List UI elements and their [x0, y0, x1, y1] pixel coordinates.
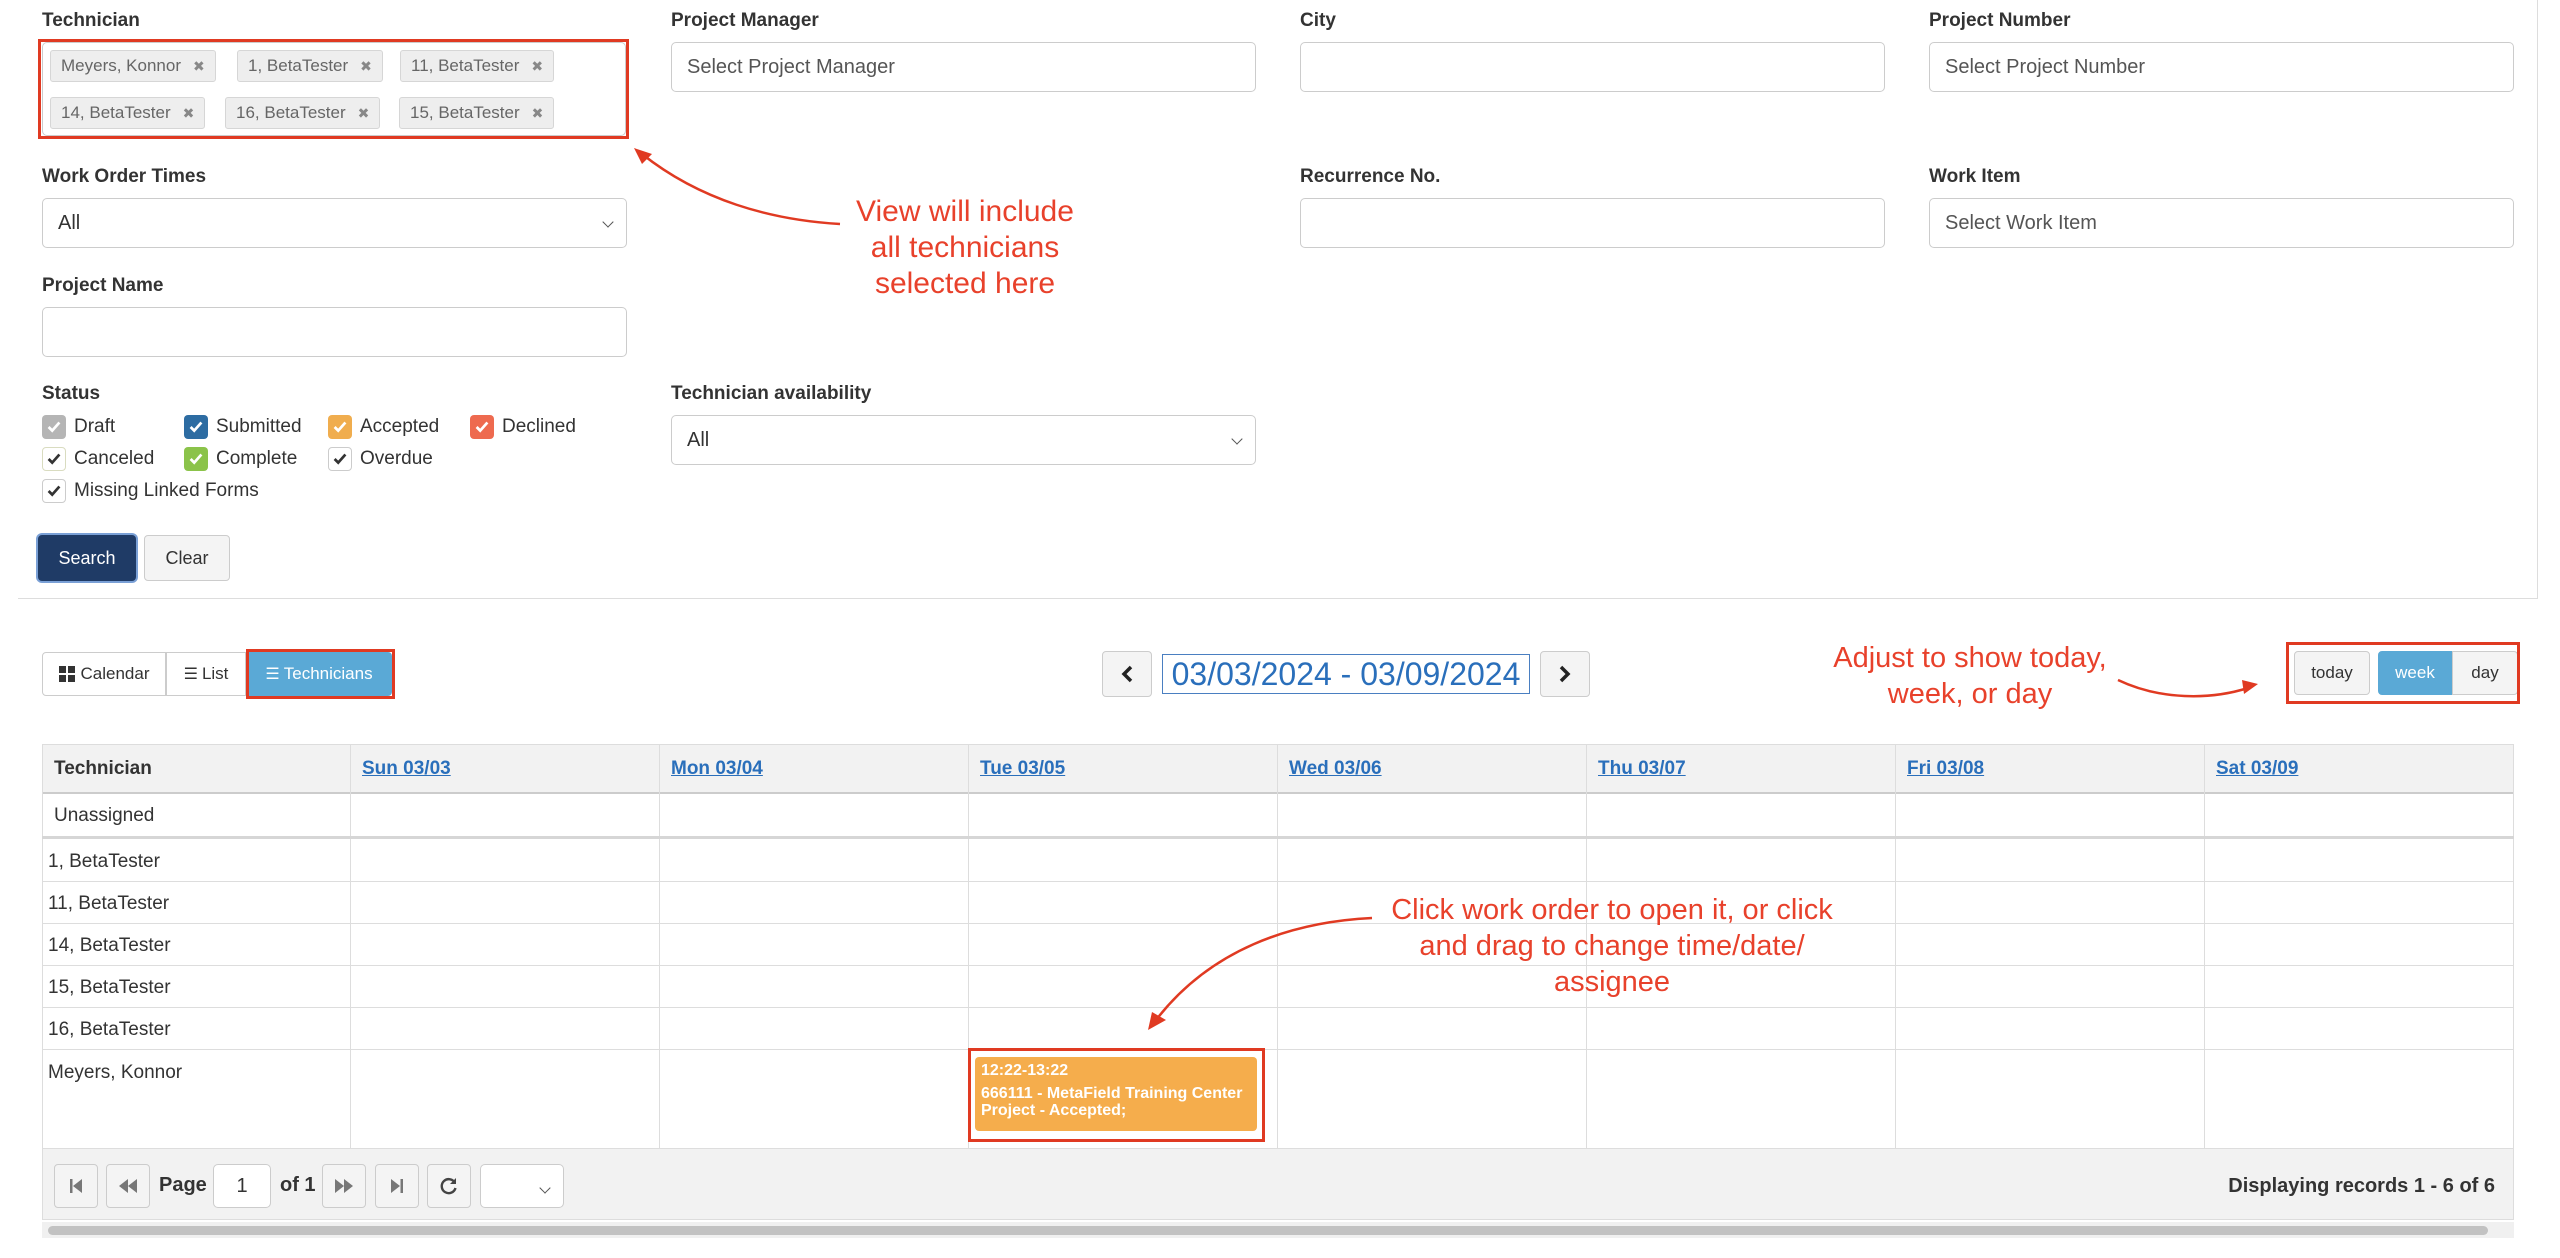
- refresh-button[interactable]: [427, 1164, 471, 1208]
- day-header[interactable]: Fri 03/08: [1895, 744, 2204, 794]
- grid-line: [42, 744, 43, 1148]
- check-icon: [42, 479, 66, 503]
- annotation-work-order: Click work order to open it, or click an…: [1391, 894, 1833, 998]
- chevron-left-icon: [1121, 665, 1133, 683]
- check-icon: [42, 415, 66, 439]
- annotation-arrow-icon: [1148, 916, 1373, 1030]
- clear-button[interactable]: Clear: [144, 535, 230, 581]
- highlight-view-mode: [2286, 642, 2520, 704]
- first-page-button[interactable]: [54, 1164, 98, 1208]
- project-number-input[interactable]: Select Project Number: [1929, 42, 2514, 92]
- row-technician-name: 11, BetaTester: [48, 893, 170, 914]
- status-accepted-checkbox[interactable]: Accepted: [328, 415, 439, 439]
- day-header[interactable]: Sat 03/09: [2204, 744, 2514, 794]
- project-name-label: Project Name: [42, 275, 164, 296]
- last-page-icon: [391, 1179, 403, 1193]
- work-item-input[interactable]: Select Work Item: [1929, 198, 2514, 248]
- highlight-technicians: [38, 39, 629, 139]
- search-button[interactable]: Search: [38, 535, 136, 581]
- row-technician-name: 15, BetaTester: [48, 977, 171, 998]
- check-icon: [328, 415, 352, 439]
- check-icon: [184, 415, 208, 439]
- next-page-button[interactable]: [322, 1164, 366, 1208]
- status-submitted-checkbox[interactable]: Submitted: [184, 415, 302, 439]
- day-header[interactable]: Thu 03/07: [1586, 744, 1895, 794]
- annotation-arrow-icon: [634, 148, 841, 226]
- day-header[interactable]: Wed 03/06: [1277, 744, 1586, 794]
- check-icon: [328, 447, 352, 471]
- work-order-times-label: Work Order Times: [42, 166, 207, 187]
- view-list-button[interactable]: ☰ List: [166, 652, 246, 696]
- grid-line: [2513, 744, 2514, 1148]
- day-header[interactable]: Mon 03/04: [659, 744, 968, 794]
- grid-line: [2204, 744, 2205, 1148]
- date-range-title[interactable]: 03/03/2024 - 03/09/2024: [1162, 654, 1530, 694]
- refresh-icon: [440, 1178, 457, 1195]
- prev-page-button[interactable]: [106, 1164, 150, 1208]
- records-count: Displaying records 1 - 6 of 6: [2228, 1175, 2495, 1197]
- check-icon: [42, 447, 66, 471]
- highlight-technicians-view: [246, 649, 395, 699]
- highlight-work-order: [968, 1048, 1265, 1142]
- status-missing-linked-forms-checkbox[interactable]: Missing Linked Forms: [42, 479, 259, 503]
- project-name-input[interactable]: [42, 307, 627, 357]
- grid-line: [42, 836, 2514, 839]
- row-technician-name: 16, BetaTester: [48, 1019, 171, 1040]
- check-icon: [470, 415, 494, 439]
- status-overdue-checkbox[interactable]: Overdue: [328, 447, 433, 471]
- fast-forward-icon: [335, 1179, 353, 1193]
- project-number-label: Project Number: [1929, 10, 2071, 31]
- status-canceled-checkbox[interactable]: Canceled: [42, 447, 154, 471]
- horizontal-scrollbar-thumb[interactable]: [48, 1226, 2488, 1235]
- day-header[interactable]: Sun 03/03: [350, 744, 659, 794]
- recurrence-no-input[interactable]: [1300, 198, 1885, 248]
- annotation-technicians: View will include all technicians select…: [856, 195, 1074, 300]
- row-technician-name: 1, BetaTester: [48, 851, 160, 872]
- chevron-right-icon: [1559, 665, 1571, 683]
- rewind-icon: [119, 1179, 137, 1193]
- city-input[interactable]: [1300, 42, 1885, 92]
- status-declined-checkbox[interactable]: Declined: [470, 415, 576, 439]
- list-icon: ☰: [183, 666, 198, 683]
- city-label: City: [1300, 10, 1336, 31]
- work-item-label: Work Item: [1929, 166, 2021, 187]
- calendar-grid-icon: [58, 666, 75, 682]
- page-count-label: of 1: [280, 1174, 316, 1196]
- prev-week-button[interactable]: [1102, 651, 1152, 697]
- page-label: Page: [159, 1174, 207, 1196]
- grid-line: [42, 881, 2514, 882]
- first-page-icon: [70, 1179, 82, 1193]
- annotation-view-mode: Adjust to show today, week, or day: [1833, 642, 2107, 710]
- recurrence-no-label: Recurrence No.: [1300, 166, 1441, 187]
- status-complete-checkbox[interactable]: Complete: [184, 447, 297, 471]
- row-technician-name: Meyers, Konnor: [48, 1062, 183, 1083]
- project-manager-label: Project Manager: [671, 10, 819, 31]
- view-calendar-button[interactable]: Calendar: [42, 652, 166, 696]
- page-number-input[interactable]: 1: [213, 1164, 271, 1208]
- status-draft-checkbox[interactable]: Draft: [42, 415, 115, 439]
- grid-header-technician: Technician: [54, 758, 152, 779]
- grid-line: [350, 744, 351, 1148]
- filter-panel-border: [18, 598, 2538, 599]
- row-technician-name: 14, BetaTester: [48, 935, 171, 956]
- filter-panel-border: [2537, 0, 2538, 598]
- work-order-times-select[interactable]: All: [42, 198, 627, 248]
- grid-line: [42, 1049, 2514, 1050]
- technician-label: Technician: [42, 10, 140, 31]
- grid-line: [659, 744, 660, 1148]
- check-icon: [184, 447, 208, 471]
- status-label: Status: [42, 383, 101, 404]
- technician-availability-select[interactable]: All: [671, 415, 1256, 465]
- page-size-select[interactable]: [480, 1164, 564, 1208]
- last-page-button[interactable]: [375, 1164, 419, 1208]
- row-technician-name: Unassigned: [54, 805, 155, 826]
- project-manager-input[interactable]: Select Project Manager: [671, 42, 1256, 92]
- grid-line: [1895, 744, 1896, 1148]
- technician-availability-label: Technician availability: [671, 383, 872, 404]
- day-header[interactable]: Tue 03/05: [968, 744, 1277, 794]
- annotation-arrow-icon: [2117, 678, 2258, 698]
- next-week-button[interactable]: [1540, 651, 1590, 697]
